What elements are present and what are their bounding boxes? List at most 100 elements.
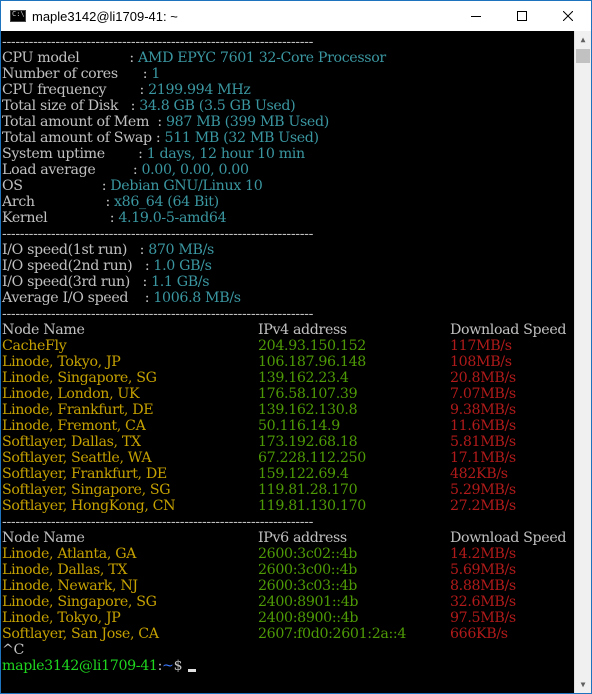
system_info-label: CPU frequency [2, 82, 140, 98]
node-name: Linode, Fremont, CA [2, 418, 146, 434]
system_info-row: Number of cores : 1 [2, 66, 575, 82]
separator-text: ----------------------------------------… [2, 226, 314, 242]
download-speed: 27.2MB/s [450, 498, 516, 514]
ipv6-table-row: Linode, Newark, NJ 2600:3c03::4b 8.88MB/s [2, 578, 575, 594]
system_info-label: Load average [2, 162, 133, 178]
ipv4-table-row: Softlayer, Dallas, TX 173.192.68.18 5.81MB… [2, 434, 575, 450]
ipv4-header-row: Node Name IPv4 address Download Speed [2, 322, 575, 338]
ipv4-table-row: Linode, Frankfurt, DE 139.162.130.8 9.38MB… [2, 402, 575, 418]
download-speed: 108MB/s [450, 354, 512, 370]
system_info-value: 34.8 GB (3.5 GB Used) [139, 98, 296, 114]
system_info-label: Kernel [2, 210, 110, 226]
ip-address: 50.116.14.9 [258, 418, 340, 434]
download-speed: 8.88MB/s [450, 578, 516, 594]
colon: : [142, 274, 152, 290]
download-speed: 17.1MB/s [450, 450, 516, 466]
system_info-value: AMD EPYC 7601 32-Core Processor [138, 50, 386, 66]
io_speed-label: Average I/O speed [2, 290, 145, 306]
io_speed-row: I/O speed(3rd run) : 1.1 GB/s [2, 274, 575, 290]
colon: : [130, 98, 140, 114]
system_info-value: 2199.994 MHz [148, 82, 251, 98]
ip-address: 176.58.107.39 [258, 386, 358, 402]
node-name: Linode, Frankfurt, DE [2, 402, 154, 418]
window-title: maple3142@li1709-41: ~ [32, 8, 178, 24]
system_info-value: Debian GNU/Linux 10 [110, 178, 263, 194]
node-name: Softlayer, Dallas, TX [2, 434, 141, 450]
system_info-row: Total amount of Swap : 511 MB (32 MB Use… [2, 130, 575, 146]
prompt-line: maple3142@li1709-41:~$ [2, 658, 575, 674]
separator-text: ----------------------------------------… [2, 514, 314, 530]
io_speed-value: 870 MB/s [148, 242, 214, 258]
ip-address: 204.93.150.152 [258, 338, 366, 354]
io_speed-row: I/O speed(2nd run) : 1.0 GB/s [2, 258, 575, 274]
system_info-label: OS [2, 178, 102, 194]
scroll-up-arrow-icon[interactable]: ▲ [575, 31, 591, 48]
ipv6-table-row: Linode, Atlanta, GA 2600:3c02::4b 14.2MB/s [2, 546, 575, 562]
node-name: Linode, Singapore, SG [2, 594, 157, 610]
maximize-icon [517, 11, 527, 21]
node-name: Linode, Singapore, SG [2, 370, 157, 386]
ip-address: 2600:3c03::4b [258, 578, 358, 594]
node-name: Linode, Dallas, TX [2, 562, 128, 578]
ipv6-table-row: Softlayer, San Jose, CA 2607:f0d0:2601:2a… [2, 626, 575, 642]
ip-address: 67.228.112.250 [258, 450, 366, 466]
download-speed: 666KB/s [450, 626, 508, 642]
separator-line: ----------------------------------------… [2, 306, 575, 322]
system_info-label: Arch [2, 194, 106, 210]
ip-address: 119.81.28.170 [258, 482, 358, 498]
system_info-row: Total size of Disk : 34.8 GB (3.5 GB Use… [2, 98, 575, 114]
system_info-row: CPU model : AMD EPYC 7601 32-Core Proces… [2, 50, 575, 66]
system_info-label: Number of cores [2, 66, 143, 82]
colon: : [138, 146, 147, 162]
node-name: Linode, London, UK [2, 386, 140, 402]
ipv4-table-row: Linode, Tokyo, JP 106.187.96.148 108MB/s [2, 354, 575, 370]
system_info-row: OS : Debian GNU/Linux 10 [2, 178, 575, 194]
colon: : [139, 82, 149, 98]
io_speed-value: 1006.8 MB/s [153, 290, 241, 306]
colon: : [139, 242, 149, 258]
console-icon [10, 10, 26, 22]
system_info-row: Total amount of Mem : 987 MB (399 MB Use… [2, 114, 575, 130]
ipv6-table-row: Linode, Dallas, TX 2600:3c00::4b 5.69MB/s [2, 562, 575, 578]
download-speed: 11.6MB/s [450, 418, 516, 434]
ipv4-table-row: Linode, Singapore, SG 139.162.23.4 20.8MB/… [2, 370, 575, 386]
separator-text: ----------------------------------------… [2, 306, 314, 322]
separator-line: ----------------------------------------… [2, 226, 575, 242]
console-output[interactable]: ----------------------------------------… [1, 31, 575, 693]
colon: : [105, 194, 115, 210]
ip-address: 2600:3c02::4b [258, 546, 358, 562]
ip-address: 2400:8901::4b [258, 594, 359, 610]
title-bar[interactable]: maple3142@li1709-41: ~ [1, 1, 591, 31]
ip-address: 106.187.96.148 [258, 354, 366, 370]
system_info-value: 1 [151, 66, 161, 82]
ip-address: 2600:3c00::4b [258, 562, 358, 578]
scroll-down-arrow-icon[interactable]: ▼ [575, 676, 591, 693]
ip-address: 159.122.69.4 [258, 466, 349, 482]
prompt-path: ~ [162, 658, 174, 674]
column-header-node: Node Name [2, 322, 85, 338]
console-lines: ----------------------------------------… [1, 31, 575, 674]
ipv6-header-row: Node Name IPv6 address Download Speed [2, 530, 575, 546]
system_info-label: Total size of Disk [2, 98, 131, 114]
node-name: Linode, Tokyo, JP [2, 354, 121, 370]
maximize-button[interactable] [499, 1, 545, 31]
download-speed: 117MB/s [450, 338, 512, 354]
close-icon [563, 11, 573, 21]
ip-address: 173.192.68.18 [258, 434, 358, 450]
system_info-label: Total amount of Swap [2, 130, 156, 146]
ipv4-table-row: Linode, Fremont, CA 50.116.14.9 11.6MB/s [2, 418, 575, 434]
io_speed-row: Average I/O speed : 1006.8 MB/s [2, 290, 575, 306]
download-speed: 9.38MB/s [450, 402, 516, 418]
scroll-thumb[interactable] [576, 49, 590, 63]
download-speed: 20.8MB/s [450, 370, 516, 386]
node-name: Linode, Atlanta, GA [2, 546, 137, 562]
vertical-scrollbar[interactable]: ▲ ▼ [574, 31, 591, 693]
colon: : [129, 50, 138, 66]
window-controls [453, 1, 591, 31]
close-button[interactable] [545, 1, 591, 31]
system_info-row: Arch : x86_64 (64 Bit) [2, 194, 575, 210]
system_info-row: Load average : 0.00, 0.00, 0.00 [2, 162, 575, 178]
io_speed-label: I/O speed(3rd run) [2, 274, 143, 290]
minimize-button[interactable] [453, 1, 499, 31]
system_info-label: CPU model [2, 50, 130, 66]
